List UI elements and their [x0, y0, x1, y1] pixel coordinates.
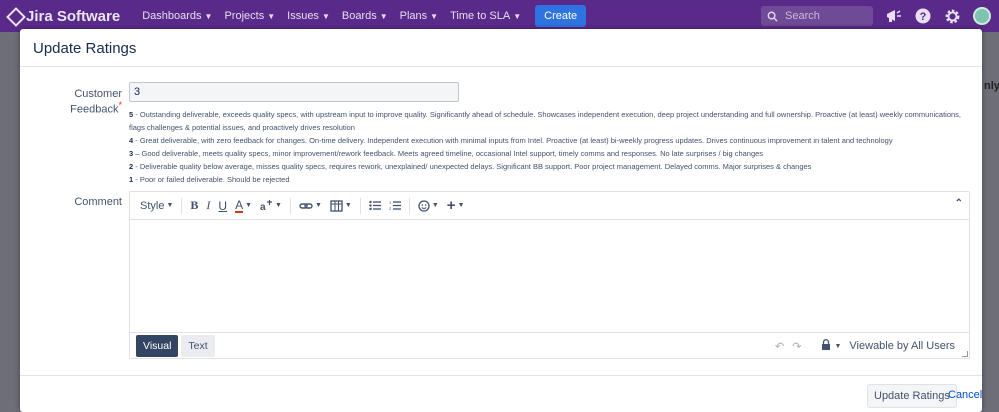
nav-dashboards[interactable]: Dashboards ▼: [142, 10, 212, 22]
italic-icon[interactable]: I: [202, 196, 214, 216]
dialog-title: Update Ratings: [33, 40, 137, 57]
toolbar-divider: [289, 197, 291, 214]
rating-level-4: 4 - Great deliverable, with zero feedbac…: [129, 136, 893, 145]
avatar[interactable]: [973, 7, 991, 25]
collapse-toolbar-icon[interactable]: ⌃: [955, 198, 963, 209]
undo-icon[interactable]: ↶: [775, 340, 784, 353]
chevron-down-icon: ▼: [204, 11, 213, 21]
svg-text:2: 2: [389, 206, 392, 211]
required-marker: *: [118, 100, 122, 110]
lock-icon[interactable]: [821, 339, 831, 353]
update-ratings-dialog: Update Ratings Customer Feedback* 5 - Ou…: [20, 29, 982, 412]
app-title: Jira Software: [26, 7, 121, 25]
numbered-list-icon[interactable]: 12: [385, 196, 405, 216]
nav-plans[interactable]: Plans ▼: [400, 10, 438, 22]
text-color-icon[interactable]: A ▼: [231, 196, 256, 216]
link-icon[interactable]: ▼: [295, 196, 326, 216]
dialog-footer: Update Ratings Cancel: [20, 375, 982, 412]
rating-level-3: 3 – Good deliverable, meets quality spec…: [129, 149, 764, 158]
text-mode-tab[interactable]: Text: [181, 334, 215, 357]
editor-footer: Visual Text ↶ ↷ ▼ Viewable by All Users: [130, 332, 969, 358]
toolbar-divider: [359, 197, 361, 214]
rating-scale-description: 5 - Outstanding deliverable, exceeds qua…: [129, 108, 974, 186]
chevron-down-icon[interactable]: ▼: [834, 343, 841, 350]
editor-toolbar: Style ▼ B I U A ▼ a ▼ ▼ ▼ 12 ▼ + ▼ ⌃: [130, 192, 969, 220]
toolbar-divider: [408, 197, 410, 214]
chevron-down-icon: ▼: [430, 11, 439, 21]
svg-text:1: 1: [389, 200, 392, 205]
style-dropdown[interactable]: Style ▼: [136, 196, 177, 216]
rating-level-5: 5 - Outstanding deliverable, exceeds qua…: [129, 110, 961, 132]
chevron-down-icon: ▼: [267, 11, 276, 21]
table-icon[interactable]: ▼: [326, 196, 356, 216]
jira-logo[interactable]: Jira Software: [8, 8, 120, 25]
jira-icon: [8, 9, 22, 23]
customer-feedback-input[interactable]: [129, 82, 459, 102]
rating-level-1: 1 - Poor or failed deliverable. Should b…: [129, 175, 290, 184]
nav-issues[interactable]: Issues ▼: [287, 10, 330, 22]
background-sidebar: [0, 32, 20, 412]
toolbar-divider: [181, 197, 183, 214]
comment-text-area[interactable]: [130, 220, 969, 332]
redo-icon[interactable]: ↷: [792, 340, 801, 353]
update-ratings-button[interactable]: Update Ratings: [867, 384, 957, 408]
svg-text:?: ?: [920, 11, 927, 23]
cancel-link[interactable]: Cancel: [948, 389, 982, 401]
text-effects-icon[interactable]: a ▼: [256, 196, 286, 216]
bold-icon[interactable]: B: [186, 196, 202, 216]
visual-mode-tab[interactable]: Visual: [136, 334, 179, 357]
comment-label: Comment: [74, 196, 122, 208]
bullet-list-icon[interactable]: [365, 196, 385, 216]
underline-icon[interactable]: U: [214, 196, 231, 216]
nav-projects[interactable]: Projects ▼: [224, 10, 275, 22]
editor-footer-controls: ↶ ↷ ▼ Viewable by All Users: [775, 339, 955, 353]
visibility-label[interactable]: Viewable by All Users: [849, 340, 955, 352]
chevron-down-icon: ▼: [379, 11, 388, 21]
comment-editor: Style ▼ B I U A ▼ a ▼ ▼ ▼ 12 ▼ + ▼ ⌃ Visual …: [129, 191, 970, 359]
resize-handle[interactable]: [962, 351, 968, 357]
chevron-down-icon: ▼: [513, 11, 522, 21]
gear-icon[interactable]: [943, 7, 961, 25]
rating-level-2: 2 - Deliverable quality below average, m…: [129, 162, 812, 171]
emoji-icon[interactable]: ▼: [414, 196, 443, 216]
megaphone-icon[interactable]: [885, 7, 903, 25]
nav-time-to-sla[interactable]: Time to SLA ▼: [450, 10, 521, 22]
search-icon: [767, 11, 778, 22]
chevron-down-icon: ▼: [321, 11, 330, 21]
dialog-header: Update Ratings: [20, 29, 982, 67]
search-input[interactable]: [785, 10, 865, 22]
nav-boards[interactable]: Boards ▼: [342, 10, 388, 22]
svg-text:a: a: [260, 202, 266, 212]
create-button[interactable]: Create: [535, 5, 587, 27]
chevron-down-icon: ▼: [166, 202, 174, 209]
background-text: nly: [984, 80, 999, 92]
customer-feedback-label: Customer Feedback*: [70, 88, 122, 116]
search-box[interactable]: [761, 6, 873, 26]
insert-more-icon[interactable]: + ▼: [443, 196, 469, 216]
help-icon[interactable]: ?: [914, 7, 932, 25]
top-navigation: Jira Software Dashboards ▼ Projects ▼ Issu…: [0, 0, 999, 32]
